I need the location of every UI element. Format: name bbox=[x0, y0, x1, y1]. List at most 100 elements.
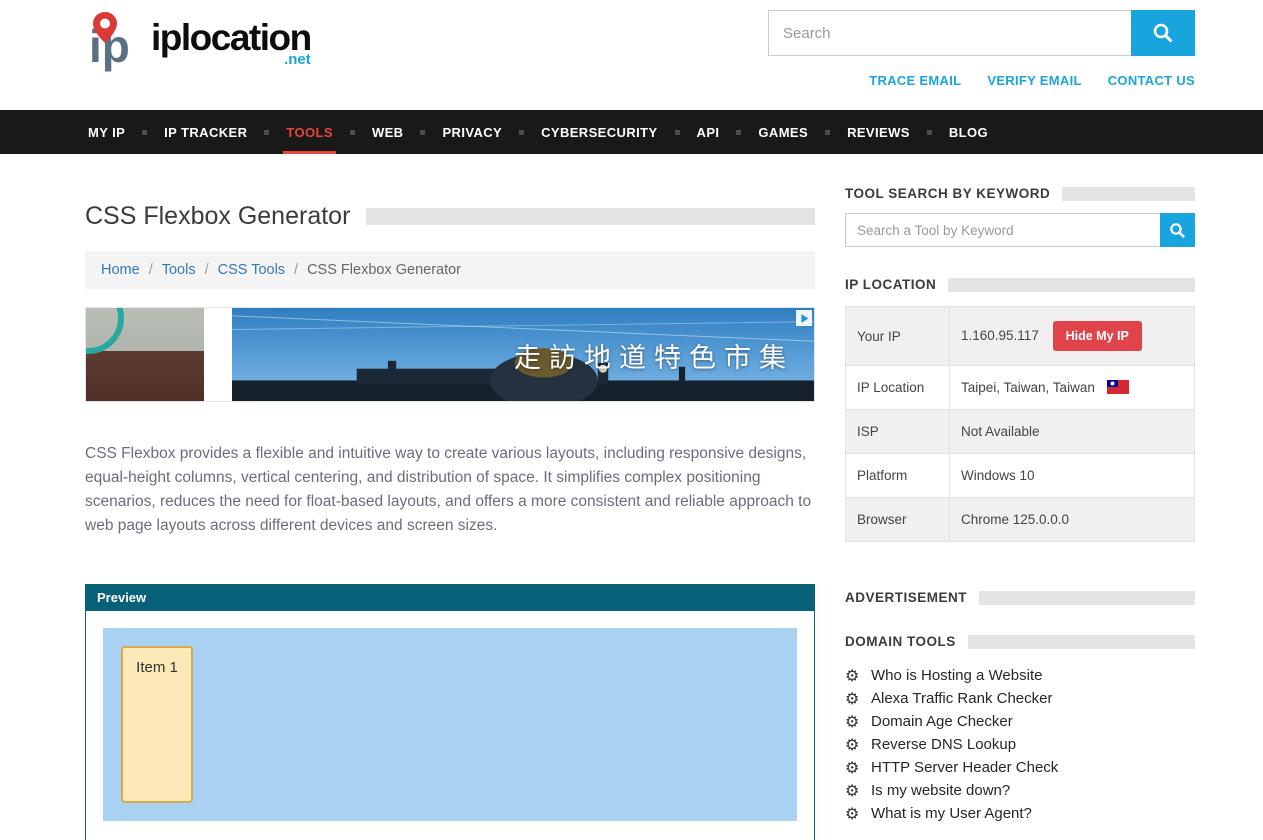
advertisement-heading-row: ADVERTISEMENT bbox=[845, 590, 1195, 605]
ip-row-label: Your IP bbox=[846, 307, 950, 366]
nav-item-tools[interactable]: TOOLS bbox=[283, 110, 336, 154]
nav-item-cybersecurity[interactable]: CYBERSECURITY bbox=[538, 110, 660, 154]
preview-panel: Preview Item 1 bbox=[85, 584, 815, 840]
tool-search bbox=[845, 213, 1195, 247]
advertisement-heading: ADVERTISEMENT bbox=[845, 590, 967, 605]
ip-row-label: Platform bbox=[846, 454, 950, 498]
list-item[interactable]: ⚙ What is my User Agent? bbox=[845, 802, 1195, 825]
ad-choices-icon[interactable] bbox=[796, 310, 812, 326]
logo-wordmark: iplocation .net bbox=[151, 20, 311, 68]
gear-icon: ⚙ bbox=[845, 781, 871, 800]
nav-separator bbox=[927, 130, 932, 135]
preview-panel-header: Preview bbox=[85, 584, 815, 611]
ip-row-label: ISP bbox=[846, 410, 950, 454]
heading-decor-bar bbox=[979, 591, 1195, 605]
search-icon bbox=[1169, 222, 1186, 239]
header-links: TRACE EMAIL VERIFY EMAIL CONTACT US bbox=[869, 73, 1195, 88]
main-content: CSS Flexbox Generator Home Tools CSS Too… bbox=[85, 154, 815, 840]
list-item[interactable]: ⚙ Who is Hosting a Website bbox=[845, 664, 1195, 687]
ip-row-label: Browser bbox=[846, 498, 950, 542]
taiwan-flag-icon bbox=[1107, 380, 1129, 394]
site-search-input[interactable] bbox=[768, 10, 1131, 56]
domain-tools-heading-row: DOMAIN TOOLS bbox=[845, 634, 1195, 649]
tool-search-heading: TOOL SEARCH BY KEYWORD bbox=[845, 186, 1050, 201]
nav-item-api[interactable]: API bbox=[694, 110, 723, 154]
nav-separator bbox=[736, 130, 741, 135]
breadcrumb: Home Tools CSS Tools CSS Flexbox Generat… bbox=[85, 251, 815, 289]
ip-location-heading-row: IP LOCATION bbox=[845, 277, 1195, 292]
ip-row-value: 1.160.95.117 Hide My IP bbox=[950, 307, 1195, 366]
table-row: Browser Chrome 125.0.0.0 bbox=[846, 498, 1195, 542]
verify-email-link[interactable]: VERIFY EMAIL bbox=[987, 73, 1081, 88]
domain-tool-link[interactable]: Alexa Traffic Rank Checker bbox=[871, 690, 1052, 707]
title-decor-bar bbox=[366, 208, 815, 225]
heading-decor-bar bbox=[1062, 187, 1195, 201]
nav-separator bbox=[519, 130, 524, 135]
gear-icon: ⚙ bbox=[845, 689, 871, 708]
header: ip iplocation .net TRACE EMAIL bbox=[0, 0, 1263, 110]
trace-email-link[interactable]: TRACE EMAIL bbox=[869, 73, 961, 88]
flexbox-preview-item: Item 1 bbox=[121, 646, 193, 803]
logo-suffix: .net bbox=[284, 51, 311, 68]
list-item[interactable]: ⚙ Domain Age Checker bbox=[845, 710, 1195, 733]
nav-item-reviews[interactable]: REVIEWS bbox=[844, 110, 913, 154]
ip-row-value: Windows 10 bbox=[950, 454, 1195, 498]
breadcrumb-home[interactable]: Home bbox=[101, 262, 140, 278]
nav-item-privacy[interactable]: PRIVACY bbox=[439, 110, 505, 154]
table-row: Your IP 1.160.95.117 Hide My IP bbox=[846, 307, 1195, 366]
list-item[interactable]: ⚙ HTTP Server Header Check bbox=[845, 756, 1195, 779]
nav-item-my-ip[interactable]: MY IP bbox=[85, 110, 128, 154]
nav-separator bbox=[264, 130, 269, 135]
site-search bbox=[768, 10, 1195, 56]
contact-us-link[interactable]: CONTACT US bbox=[1108, 73, 1195, 88]
ip-row-label: IP Location bbox=[846, 366, 950, 410]
logo[interactable]: ip iplocation .net bbox=[85, 10, 311, 88]
gear-icon: ⚙ bbox=[845, 712, 871, 731]
breadcrumb-css-tools[interactable]: CSS Tools bbox=[218, 262, 285, 278]
domain-tool-link[interactable]: HTTP Server Header Check bbox=[871, 759, 1058, 776]
tool-search-button[interactable] bbox=[1160, 213, 1195, 247]
nav-item-ip-tracker[interactable]: IP TRACKER bbox=[161, 110, 250, 154]
nav-item-web[interactable]: WEB bbox=[369, 110, 407, 154]
table-row: IP Location Taipei, Taiwan, Taiwan bbox=[846, 366, 1195, 410]
nav-separator bbox=[350, 130, 355, 135]
tool-search-input[interactable] bbox=[845, 213, 1160, 247]
list-item[interactable]: ⚙ Alexa Traffic Rank Checker bbox=[845, 687, 1195, 710]
gear-icon: ⚙ bbox=[845, 735, 871, 754]
main-nav: MY IP IP TRACKER TOOLS WEB PRIVACY CYBER… bbox=[0, 110, 1263, 154]
domain-tool-link[interactable]: What is my User Agent? bbox=[871, 805, 1032, 822]
nav-separator bbox=[142, 130, 147, 135]
hide-my-ip-button[interactable]: Hide My IP bbox=[1053, 321, 1142, 351]
ip-row-value: Chrome 125.0.0.0 bbox=[950, 498, 1195, 542]
ad-arc-decoration bbox=[86, 308, 124, 354]
nav-item-games[interactable]: GAMES bbox=[755, 110, 811, 154]
table-row: ISP Not Available bbox=[846, 410, 1195, 454]
sidebar: TOOL SEARCH BY KEYWORD IP LOCATION Your … bbox=[845, 154, 1195, 840]
domain-tools-heading: DOMAIN TOOLS bbox=[845, 634, 956, 649]
nav-separator bbox=[825, 130, 830, 135]
header-right: TRACE EMAIL VERIFY EMAIL CONTACT US bbox=[768, 10, 1195, 88]
site-search-button[interactable] bbox=[1131, 10, 1195, 56]
list-item[interactable]: ⚙ Is my website down? bbox=[845, 779, 1195, 802]
ad-banner[interactable]: 走訪地道特色市集 bbox=[85, 307, 815, 402]
domain-tool-link[interactable]: Reverse DNS Lookup bbox=[871, 736, 1016, 753]
domain-tool-link[interactable]: Is my website down? bbox=[871, 782, 1010, 799]
list-item[interactable]: ⚙ Reverse DNS Lookup bbox=[845, 733, 1195, 756]
ip-location-value: Taipei, Taiwan, Taiwan bbox=[961, 380, 1095, 395]
ip-row-value: Taipei, Taiwan, Taiwan bbox=[950, 366, 1195, 410]
domain-tools-list: ⚙ Who is Hosting a Website ⚙ Alexa Traff… bbox=[845, 664, 1195, 825]
nav-separator bbox=[420, 130, 425, 135]
domain-tool-link[interactable]: Domain Age Checker bbox=[871, 713, 1013, 730]
ad-left-image bbox=[86, 308, 204, 401]
gear-icon: ⚙ bbox=[845, 804, 871, 823]
preview-panel-body: Item 1 bbox=[85, 611, 815, 840]
gear-icon: ⚙ bbox=[845, 666, 871, 685]
domain-tool-link[interactable]: Who is Hosting a Website bbox=[871, 667, 1042, 684]
breadcrumb-tools[interactable]: Tools bbox=[162, 262, 196, 278]
flexbox-preview-container: Item 1 bbox=[103, 628, 797, 821]
nav-item-blog[interactable]: BLOG bbox=[946, 110, 991, 154]
table-row: Platform Windows 10 bbox=[846, 454, 1195, 498]
ip-location-table: Your IP 1.160.95.117 Hide My IP IP Locat… bbox=[845, 306, 1195, 542]
nav-separator bbox=[675, 130, 680, 135]
gear-icon: ⚙ bbox=[845, 758, 871, 777]
